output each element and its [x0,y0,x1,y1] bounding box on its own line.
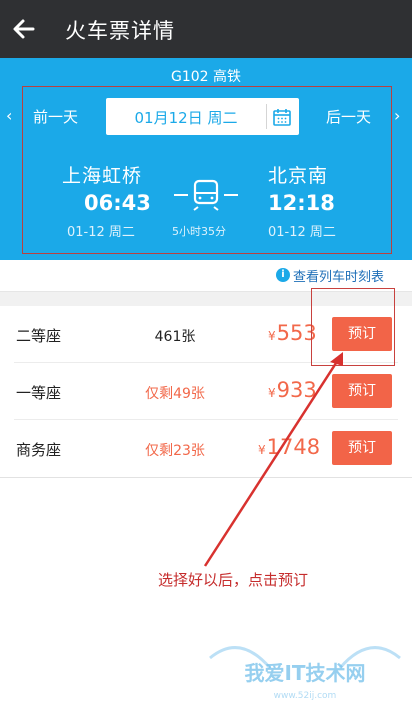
trip-duration: 5小时35分 [172,225,226,238]
train-number: G102 高铁 [170,69,242,85]
seat-price: ¥553 [268,321,317,345]
seat-availability: 仅剩23张 [145,443,205,459]
seat-name: 二等座 [16,327,62,345]
next-day-button[interactable]: 后一天 [326,106,371,127]
page-title: 火车票详情 [65,19,175,43]
seat-row: 一等座 仅剩49张 ¥933 预订 [0,363,412,420]
currency-symbol: ¥ [258,443,266,457]
info-icon[interactable]: i [276,268,290,282]
currency-symbol: ¥ [268,386,276,400]
price-value: 1748 [266,435,321,459]
seat-price: ¥1748 [258,435,320,459]
arrival-date: 01-12 周二 [268,225,336,240]
arrival-time: 12:18 [268,191,335,215]
seat-row: 商务座 仅剩23张 ¥1748 预订 [0,420,412,477]
departure-date: 01-12 周二 [67,225,135,240]
seat-availability: 461张 [154,329,196,345]
train-icon [174,179,238,211]
view-schedule-link[interactable]: 查看列车时刻表 [293,266,384,285]
currency-symbol: ¥ [268,329,276,343]
date-picker[interactable]: 01月12日 周二 [106,98,299,135]
seat-price: ¥933 [268,378,317,402]
chevron-left-icon[interactable]: ‹ [6,106,12,125]
seat-availability: 仅剩49张 [145,386,205,402]
top-bar: 火车票详情 [0,0,412,58]
arrow-left-icon [13,19,35,39]
price-value: 933 [276,378,317,402]
prev-day-button[interactable]: 前一天 [33,106,78,127]
svg-text:www.52ij.com: www.52ij.com [274,691,337,701]
calendar-icon[interactable] [272,107,292,127]
departure-station: 上海虹桥 [62,165,143,187]
departure-time: 06:43 [84,191,151,215]
book-button[interactable]: 预订 [332,374,392,408]
back-button[interactable] [10,14,38,44]
seat-name: 商务座 [16,441,62,459]
svg-text:我爱IT技术网: 我爱IT技术网 [244,661,365,685]
book-button[interactable]: 预订 [332,431,392,465]
train-summary: G102 高铁 ‹ › 前一天 后一天 01月12日 周二 上海虹桥 06:43… [0,58,412,260]
annotation-text: 选择好以后，点击预订 [158,571,309,589]
divider [266,104,267,129]
watermark-logo: 我爱IT技术网 www.52ij.com [209,646,401,701]
highlight-box [311,288,395,366]
chevron-right-icon[interactable]: › [394,106,400,125]
selected-date: 01月12日 周二 [134,109,238,127]
seat-name: 一等座 [16,384,62,402]
arrival-station: 北京南 [268,165,329,187]
